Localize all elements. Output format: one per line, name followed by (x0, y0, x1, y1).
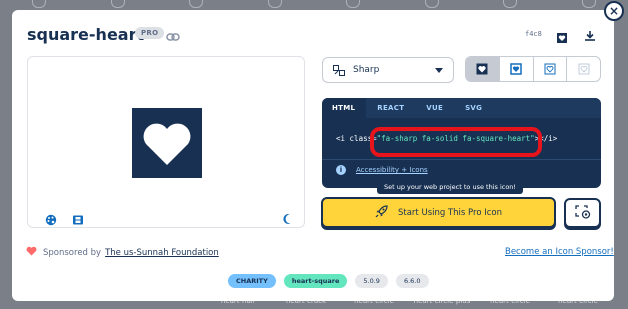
icon-preview (27, 56, 305, 228)
unicode-value[interactable]: f4c8 (525, 30, 542, 38)
highlight-annotation (370, 127, 542, 157)
variant-light[interactable] (534, 57, 568, 81)
screenshot-icon (574, 204, 591, 223)
film-icon[interactable] (72, 211, 84, 230)
icon-title: square-heart (27, 25, 145, 44)
accessibility-row: i Accessibility + Icons (336, 165, 428, 175)
sponsor-prefix: Sponsored by (43, 247, 102, 258)
tab-html[interactable]: HTML (322, 98, 367, 118)
category-tag[interactable]: CHARITY (228, 274, 276, 288)
info-icon: i (336, 165, 346, 175)
keyword-tag[interactable]: heart-square (283, 274, 348, 288)
style-select[interactable]: Sharp (322, 57, 454, 83)
start-using-pro-icon-button[interactable]: Start Using This Pro Icon (321, 197, 556, 228)
square-heart-icon[interactable] (557, 28, 567, 47)
divider (322, 159, 601, 160)
tag-row: CHARITY heart-square 5.0.9 6.6.0 (228, 274, 429, 288)
moon-icon[interactable] (282, 210, 294, 229)
chevron-down-icon (435, 68, 443, 73)
heart-icon (26, 246, 37, 259)
version-tag: 5.0.9 (355, 274, 388, 288)
square-heart-icon (132, 108, 202, 182)
sharp-style-icon (333, 61, 345, 80)
version-tag: 6.6.0 (395, 274, 429, 288)
style-select-value: Sharp (353, 65, 380, 75)
become-sponsor-link[interactable]: Become an Icon Sponsor! (505, 247, 614, 257)
accessibility-link[interactable]: Accessibility + Icons (356, 166, 428, 174)
background-icon-row (0, 0, 628, 10)
tab-vue[interactable]: VUE (415, 98, 454, 118)
tooltip: Set up your web project to use this icon… (377, 180, 524, 194)
link-icon[interactable] (166, 27, 180, 46)
cta-label: Start Using This Pro Icon (398, 207, 502, 218)
variant-toggle-group (465, 56, 601, 82)
download-icon[interactable] (584, 27, 596, 46)
pro-badge: PRO (135, 27, 165, 39)
palette-icon[interactable] (45, 211, 57, 230)
rocket-icon (375, 203, 388, 222)
variant-regular[interactable] (500, 57, 534, 81)
screenshot-button[interactable] (564, 198, 601, 228)
close-icon: × (608, 4, 620, 18)
close-button[interactable]: × (604, 1, 624, 21)
code-tabs: HTML REACT VUE SVG (322, 98, 601, 118)
tab-svg[interactable]: SVG (454, 98, 493, 118)
variant-thin[interactable] (567, 57, 600, 81)
sponsor-line: Sponsored by The us-Sunnah Foundation (26, 246, 219, 259)
variant-solid[interactable] (466, 57, 500, 81)
tab-react[interactable]: REACT (366, 98, 415, 118)
sponsor-link[interactable]: The us-Sunnah Foundation (105, 248, 219, 258)
